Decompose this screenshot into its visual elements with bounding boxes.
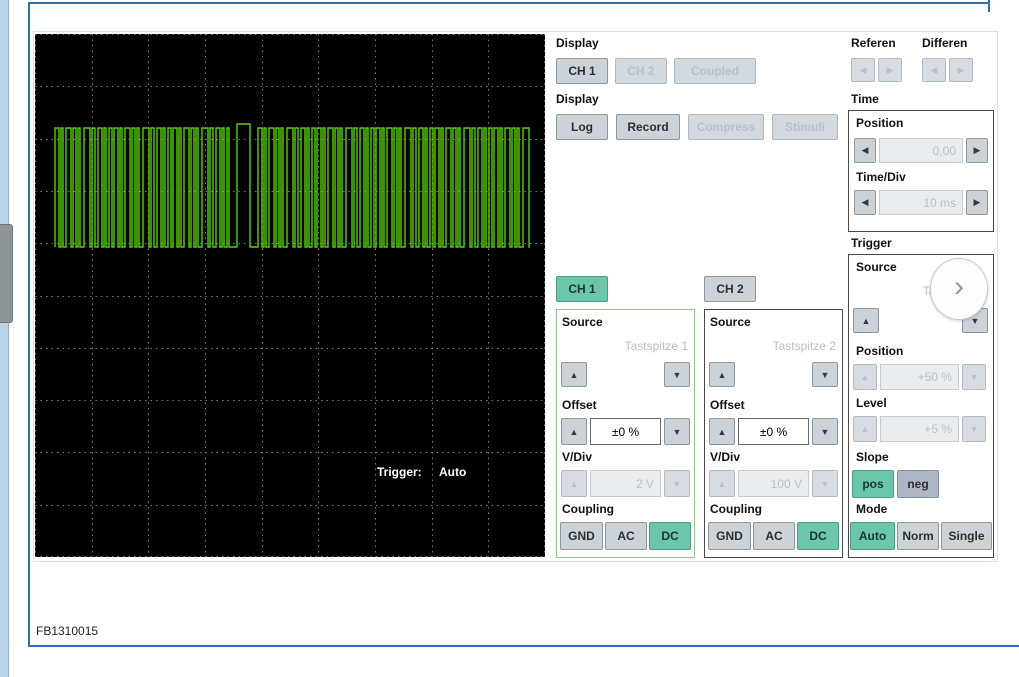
time-position-decrease-button[interactable]: ◀ — [854, 138, 876, 163]
reference-prev-button[interactable]: ◀ — [851, 58, 875, 82]
trigger-mode-single-button[interactable]: Single — [941, 522, 992, 550]
ch1-tab-button[interactable]: CH 1 — [556, 276, 608, 302]
ch1-source-value: Tastspitze 1 — [624, 339, 688, 353]
trigger-slope-neg-button[interactable]: neg — [897, 470, 939, 498]
ch1-coupling-ac-button[interactable]: AC — [605, 522, 647, 550]
trigger-source-label: Source — [856, 260, 897, 274]
ch2-coupling-ac-button[interactable]: AC — [753, 522, 795, 550]
difference-next-button[interactable]: ▶ — [949, 58, 973, 82]
difference-label: Differen — [922, 36, 968, 50]
ch2-source-down-button[interactable]: ▼ — [812, 362, 838, 387]
ch1-offset-up-button[interactable]: ▲ — [561, 418, 587, 445]
ch2-coupling-label: Coupling — [710, 502, 762, 516]
trigger-mode-auto-button[interactable]: Auto — [850, 522, 895, 550]
trigger-mode-label: Mode — [856, 502, 888, 516]
ch2-offset-down-button[interactable]: ▼ — [812, 418, 838, 445]
time-div-decrease-button[interactable]: ◀ — [854, 190, 876, 215]
trigger-source-up-button[interactable]: ▲ — [853, 308, 879, 333]
ch2-coupling-gnd-button[interactable]: GND — [708, 522, 751, 550]
ch1-vdiv-up-button[interactable]: ▲ — [561, 470, 587, 497]
trigger-slope-label: Slope — [856, 450, 889, 464]
ch1-source-label: Source — [562, 315, 603, 329]
difference-prev-button[interactable]: ◀ — [922, 58, 946, 82]
trigger-group-label: Trigger — [851, 236, 892, 250]
ch2-vdiv-label: V/Div — [710, 450, 741, 464]
ch1-vdiv-down-button[interactable]: ▼ — [664, 470, 690, 497]
stimuli-button[interactable]: Stimuli — [772, 114, 838, 140]
trigger-level-value: +5 % — [880, 416, 959, 442]
left-edge-tab[interactable] — [0, 224, 13, 323]
time-group-label: Time — [851, 92, 879, 106]
record-button[interactable]: Record — [616, 114, 680, 140]
ch2-offset-label: Offset — [710, 398, 745, 412]
ch2-vdiv-up-button[interactable]: ▲ — [709, 470, 735, 497]
ch2-source-up-button[interactable]: ▲ — [709, 362, 735, 387]
ch1-source-down-button[interactable]: ▼ — [664, 362, 690, 387]
time-position-value: 0,00 — [879, 138, 963, 163]
trigger-status-value: Auto — [439, 465, 467, 479]
ch2-source-label: Source — [710, 315, 751, 329]
ch2-vdiv-value: 100 V — [738, 470, 809, 497]
oscilloscope-page: Trigger: Auto Display CH 1 CH 2 Coupled … — [0, 0, 1019, 677]
frame-left-border — [28, 2, 30, 647]
display-coupled-button[interactable]: Coupled — [674, 58, 756, 84]
log-button[interactable]: Log — [556, 114, 608, 140]
left-scroll-strip — [0, 0, 9, 677]
ch1-offset-label: Offset — [562, 398, 597, 412]
trigger-mode-norm-button[interactable]: Norm — [897, 522, 939, 550]
scope-waveform-svg — [35, 34, 545, 557]
ch2-tab-button[interactable]: CH 2 — [704, 276, 756, 302]
frame-bottom-border — [28, 645, 1019, 647]
ch2-source-value: Tastspitze 2 — [772, 339, 836, 353]
trigger-level-down-button[interactable]: ▼ — [962, 416, 986, 442]
ch2-coupling-dc-button[interactable]: DC — [797, 522, 839, 550]
frame-right-border — [988, 0, 990, 12]
ch2-offset-up-button[interactable]: ▲ — [709, 418, 735, 445]
time-position-increase-button[interactable]: ▶ — [966, 138, 988, 163]
trigger-position-value: +50 % — [880, 364, 959, 390]
scope-screen: Trigger: Auto — [35, 34, 545, 557]
display-channels-label: Display — [556, 36, 599, 50]
trigger-position-up-button[interactable]: ▲ — [853, 364, 877, 390]
frame-top-border — [28, 2, 990, 4]
reference-label: Referen — [851, 36, 896, 50]
reference-next-button[interactable]: ▶ — [878, 58, 902, 82]
time-div-value: 10 ms — [879, 190, 963, 215]
ch2-offset-value[interactable]: ±0 % — [738, 418, 809, 445]
trigger-status-label: Trigger: — [377, 465, 422, 479]
time-div-label: Time/Div — [856, 170, 906, 184]
ch1-offset-down-button[interactable]: ▼ — [664, 418, 690, 445]
display-ch2-button[interactable]: CH 2 — [615, 58, 667, 84]
compress-button[interactable]: Compress — [688, 114, 764, 140]
trigger-slope-pos-button[interactable]: pos — [852, 470, 894, 498]
ch1-offset-value[interactable]: ±0 % — [590, 418, 661, 445]
time-position-label: Position — [856, 116, 904, 130]
trigger-position-label: Position — [856, 344, 904, 358]
trigger-level-up-button[interactable]: ▲ — [853, 416, 877, 442]
ch1-source-up-button[interactable]: ▲ — [561, 362, 587, 387]
ch1-coupling-dc-button[interactable]: DC — [649, 522, 691, 550]
display-modes-label: Display — [556, 92, 599, 106]
figure-id: FB1310015 — [36, 624, 99, 638]
ch1-vdiv-label: V/Div — [562, 450, 593, 464]
time-div-increase-button[interactable]: ▶ — [966, 190, 988, 215]
display-ch1-button[interactable]: CH 1 — [556, 58, 608, 84]
ch1-coupling-gnd-button[interactable]: GND — [560, 522, 603, 550]
ch1-vdiv-value: 2 V — [590, 470, 661, 497]
next-page-button[interactable]: › — [930, 258, 988, 320]
trigger-position-down-button[interactable]: ▼ — [962, 364, 986, 390]
ch1-coupling-label: Coupling — [562, 502, 614, 516]
ch2-vdiv-down-button[interactable]: ▼ — [812, 470, 838, 497]
trigger-level-label: Level — [856, 396, 887, 410]
